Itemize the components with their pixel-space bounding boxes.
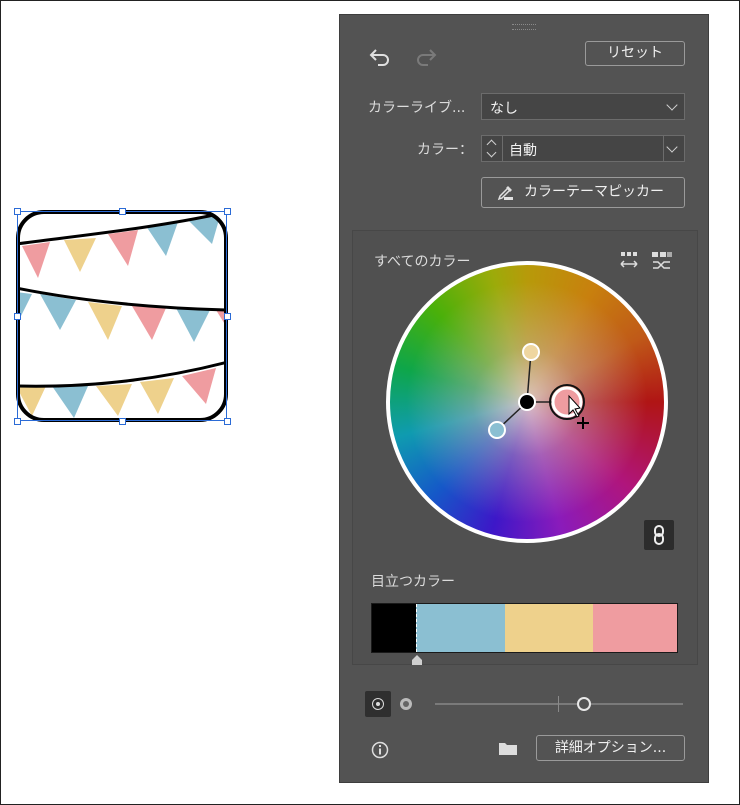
color-count-label: カラー： <box>417 142 473 158</box>
stepper-down-icon[interactable] <box>486 147 497 158</box>
prominent-colors-label: 目立つカラー <box>371 574 455 590</box>
recolor-panel: リセット カラーライブ... なし カラー： 自動 カラーテーマピッカー すべて… <box>339 14 709 783</box>
selection-handle[interactable] <box>224 313 231 320</box>
color-library-value: なし <box>490 101 518 117</box>
selection-handle[interactable] <box>119 418 126 425</box>
folder-icon[interactable] <box>498 740 518 756</box>
brightness-mode-button[interactable] <box>393 691 419 717</box>
saturation-mode-button[interactable] <box>365 691 391 717</box>
advanced-options-button[interactable]: 詳細オプション... <box>536 735 685 761</box>
selection-handle[interactable] <box>14 313 21 320</box>
selection-handle[interactable] <box>119 208 126 215</box>
color-library-label: カラーライブ... <box>368 100 466 116</box>
eyedropper-icon <box>497 186 513 201</box>
selection-handle[interactable] <box>224 208 231 215</box>
selection-handle[interactable] <box>14 208 21 215</box>
saturation-slider-thumb[interactable] <box>576 697 591 711</box>
prominent-color-swatch[interactable] <box>372 604 416 652</box>
info-icon[interactable] <box>371 741 389 759</box>
panel-grip[interactable] <box>512 24 536 30</box>
prominent-color-swatch[interactable] <box>593 604 677 652</box>
prominent-color-swatch[interactable] <box>416 604 505 652</box>
brightness-icon <box>400 698 412 710</box>
prominent-color-swatch[interactable] <box>505 604 593 652</box>
chevron-down-icon <box>666 99 678 111</box>
color-library-dropdown[interactable]: なし <box>481 93 685 120</box>
undo-icon[interactable] <box>368 47 392 67</box>
selection-bounding-box[interactable] <box>17 211 227 421</box>
prominent-colors-bar[interactable] <box>371 603 678 653</box>
selection-handle[interactable] <box>14 418 21 425</box>
chevron-down-icon <box>666 141 678 153</box>
color-count-value: 自動 <box>509 143 537 159</box>
harmony-handles[interactable] <box>386 261 668 543</box>
yellow-color-handle[interactable] <box>522 343 540 361</box>
saturation-icon <box>372 698 384 710</box>
reset-button[interactable]: リセット <box>585 41 685 66</box>
view-toggle-group <box>365 691 421 717</box>
selection-handle[interactable] <box>224 418 231 425</box>
redo-icon[interactable] <box>414 47 438 67</box>
swatch-divider-handle[interactable] <box>410 654 424 666</box>
base-color-handle[interactable] <box>518 393 536 411</box>
color-theme-picker-label: カラーテーマピッカー <box>524 184 664 200</box>
saturation-slider-track[interactable] <box>435 703 683 705</box>
blue-color-handle[interactable] <box>488 421 506 439</box>
color-theme-picker-button[interactable]: カラーテーマピッカー <box>481 177 685 208</box>
color-count-dropdown[interactable]: 自動 <box>481 135 685 162</box>
stepper[interactable] <box>482 136 503 161</box>
